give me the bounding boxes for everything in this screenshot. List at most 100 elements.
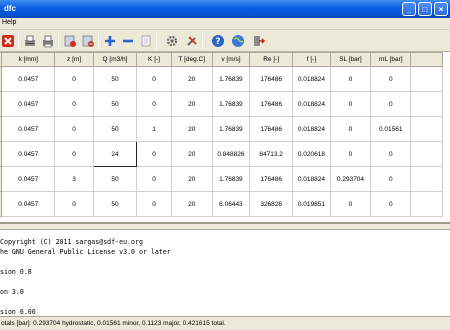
table-cell[interactable]: 0.019851 bbox=[292, 191, 331, 217]
table-cell[interactable]: 6.06443 bbox=[211, 191, 251, 217]
minimize-button[interactable]: _ bbox=[402, 2, 416, 16]
table-cell[interactable]: 24 bbox=[92, 141, 138, 167]
table-cell[interactable]: 176486 bbox=[249, 91, 294, 117]
table-cell[interactable]: 0.293704 bbox=[329, 166, 372, 192]
table-cell[interactable]: 0.848826 bbox=[211, 141, 251, 167]
table-cell[interactable]: 50 bbox=[92, 116, 138, 142]
table-cell[interactable]: 0 bbox=[370, 66, 412, 92]
table-cell[interactable]: 176486 bbox=[249, 116, 294, 142]
settings-icon[interactable] bbox=[164, 33, 180, 49]
table-cell[interactable]: 0.018824 bbox=[292, 91, 331, 117]
table-cell-extra[interactable] bbox=[410, 116, 443, 142]
table-cell[interactable]: 20 bbox=[170, 141, 213, 167]
remove-row-icon[interactable] bbox=[120, 33, 136, 49]
table-cell[interactable]: 1.76839 bbox=[211, 166, 251, 192]
table-cell[interactable]: 20 bbox=[170, 66, 213, 92]
column-header-re[interactable]: Re [-] bbox=[249, 52, 294, 67]
column-header-f[interactable]: f [-] bbox=[292, 52, 331, 67]
table-row[interactable]: 0.0457 0 50 0 20 6.06443 326826 0.019851 0 0 bbox=[0, 191, 443, 217]
table-cell[interactable]: 0.0457 bbox=[1, 166, 56, 192]
table-cell[interactable]: 3 bbox=[54, 166, 94, 192]
table-cell[interactable]: 0 bbox=[329, 191, 372, 217]
table-cell[interactable]: 20 bbox=[170, 91, 213, 117]
column-header-q[interactable]: Q [m3/h] bbox=[92, 52, 138, 67]
column-header-k[interactable]: k [mm] bbox=[1, 52, 56, 67]
table-cell[interactable]: 0 bbox=[370, 166, 412, 192]
table-cell[interactable]: 0.01561 bbox=[370, 116, 412, 142]
table-cell[interactable]: 20 bbox=[170, 191, 213, 217]
table-cell[interactable]: 326826 bbox=[249, 191, 294, 217]
column-header-sl[interactable]: SL [bar] bbox=[329, 52, 372, 67]
exit-icon[interactable] bbox=[250, 33, 266, 49]
web-icon[interactable] bbox=[230, 33, 246, 49]
table-cell[interactable]: 0 bbox=[370, 191, 412, 217]
table-cell[interactable]: 0 bbox=[136, 91, 172, 117]
table-cell[interactable]: 0 bbox=[329, 116, 372, 142]
table-cell[interactable]: 0.0457 bbox=[1, 66, 56, 92]
table-row[interactable]: 0.0457 0 50 0 20 1.76839 176486 0.018824 0 0 bbox=[0, 66, 443, 92]
column-header-kk[interactable]: K [-] bbox=[136, 52, 172, 67]
table-cell[interactable]: 50 bbox=[92, 191, 138, 217]
table-cell[interactable]: 0.018824 bbox=[292, 116, 331, 142]
table-row[interactable]: 0.0457 0 50 0 20 1.76839 176486 0.018824 0 0 bbox=[0, 91, 443, 117]
table-cell[interactable]: 1.76839 bbox=[211, 116, 251, 142]
clear-icon[interactable] bbox=[138, 33, 154, 49]
help-icon[interactable]: ? bbox=[210, 33, 226, 49]
save-file-icon[interactable] bbox=[80, 33, 96, 49]
table-cell[interactable]: 20 bbox=[170, 166, 213, 192]
table-cell[interactable]: 1.76839 bbox=[211, 91, 251, 117]
table-cell[interactable]: 0 bbox=[136, 166, 172, 192]
table-cell[interactable]: 0 bbox=[136, 191, 172, 217]
delete-icon[interactable] bbox=[0, 33, 16, 49]
table-cell[interactable]: 0 bbox=[54, 141, 94, 167]
table-row[interactable]: 0.0457 3 50 0 20 1.76839 176486 0.018824 0.29370… bbox=[0, 166, 443, 192]
table-cell-extra[interactable] bbox=[410, 91, 443, 117]
table-cell[interactable]: 0 bbox=[329, 91, 372, 117]
table-cell[interactable]: 0.0457 bbox=[1, 91, 56, 117]
table-cell[interactable]: 0 bbox=[329, 66, 372, 92]
table-cell[interactable]: 50 bbox=[92, 66, 138, 92]
table-row[interactable]: 0.0457 0 24 0 20 0.848826 84713.2 0.020618 0 0 bbox=[0, 141, 443, 167]
table-cell[interactable]: 50 bbox=[92, 91, 138, 117]
table-cell[interactable]: 0 bbox=[136, 141, 172, 167]
table-cell[interactable]: 84713.2 bbox=[249, 141, 294, 167]
table-cell[interactable]: 0.020618 bbox=[292, 141, 331, 167]
menu-help[interactable]: Help bbox=[2, 19, 16, 26]
table-cell-extra[interactable] bbox=[410, 191, 443, 217]
table-cell[interactable]: 0.018824 bbox=[292, 66, 331, 92]
table-cell[interactable]: 176486 bbox=[249, 66, 294, 92]
column-header-z[interactable]: z [m] bbox=[54, 52, 94, 67]
close-button[interactable]: × bbox=[434, 2, 448, 16]
table-cell[interactable]: 0 bbox=[54, 91, 94, 117]
table-cell[interactable]: 0 bbox=[329, 141, 372, 167]
maximize-button[interactable]: □ bbox=[418, 2, 432, 16]
print-icon[interactable] bbox=[40, 33, 56, 49]
table-cell[interactable]: 0 bbox=[54, 116, 94, 142]
table-cell[interactable]: 176486 bbox=[249, 166, 294, 192]
table-cell[interactable]: 0.0457 bbox=[1, 191, 56, 217]
print-preview-icon[interactable] bbox=[22, 33, 38, 49]
table-cell[interactable]: 0 bbox=[370, 141, 412, 167]
table-cell[interactable]: 20 bbox=[170, 116, 213, 142]
table-cell[interactable]: 0.018824 bbox=[292, 166, 331, 192]
table-cell[interactable]: 0 bbox=[54, 191, 94, 217]
table-cell[interactable]: 0 bbox=[370, 91, 412, 117]
toolbar: ? bbox=[0, 30, 450, 52]
table-cell[interactable]: 0.0457 bbox=[1, 116, 56, 142]
table-cell-extra[interactable] bbox=[410, 166, 443, 192]
open-file-icon[interactable] bbox=[62, 33, 78, 49]
table-cell[interactable]: 0 bbox=[136, 66, 172, 92]
table-cell[interactable]: 0 bbox=[54, 66, 94, 92]
table-cell[interactable]: 50 bbox=[92, 166, 138, 192]
add-row-icon[interactable] bbox=[102, 33, 118, 49]
table-cell[interactable]: 1 bbox=[136, 116, 172, 142]
table-cell-extra[interactable] bbox=[410, 141, 443, 167]
table-row[interactable]: 0.0457 0 50 1 20 1.76839 176486 0.018824 0 0.0156… bbox=[0, 116, 443, 142]
table-cell[interactable]: 1.76839 bbox=[211, 66, 251, 92]
tools-icon[interactable] bbox=[184, 33, 200, 49]
table-cell[interactable]: 0.0457 bbox=[1, 141, 56, 167]
column-header-v[interactable]: v [m/s] bbox=[211, 52, 251, 67]
table-cell-extra[interactable] bbox=[410, 66, 443, 92]
column-header-t[interactable]: T [deg.C] bbox=[170, 52, 213, 67]
column-header-ml[interactable]: mL [bar] bbox=[370, 52, 412, 67]
